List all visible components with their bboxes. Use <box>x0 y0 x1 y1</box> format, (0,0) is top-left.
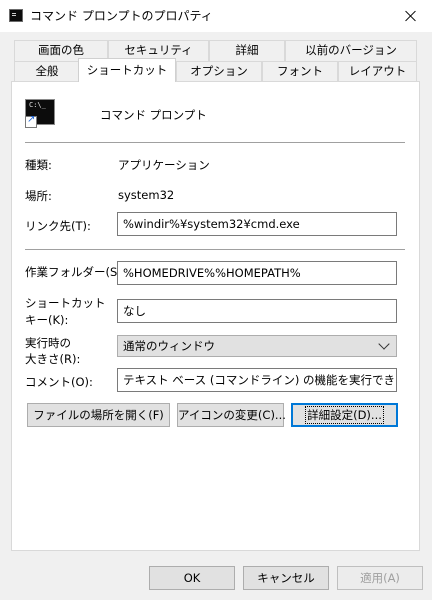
ok-button[interactable]: OK <box>149 566 235 590</box>
run-size-select[interactable]: 通常のウィンドウ <box>117 335 397 357</box>
change-icon-button[interactable]: アイコンの変更(C)... <box>177 403 286 427</box>
run-size-value: 通常のウィンドウ <box>123 339 215 353</box>
close-icon[interactable] <box>390 0 432 32</box>
title-bar: コマンド プロンプトのプロパティ <box>0 0 432 32</box>
cmd-icon <box>9 9 23 22</box>
divider <box>25 142 405 143</box>
hotkey-input[interactable]: なし <box>117 299 397 323</box>
comment-input[interactable]: テキスト ベース (コマンドライン) の機能を実行できます。 <box>117 368 397 392</box>
run-label: 実行時の <box>25 336 71 350</box>
hotkey-label: キー(K): <box>25 313 69 327</box>
tab-shortcut[interactable]: ショートカット <box>78 58 176 82</box>
tab-general[interactable]: 全般 <box>14 61 80 82</box>
location-label: 場所: <box>25 189 52 203</box>
apply-button[interactable]: 適用(A) <box>337 566 423 590</box>
tab-font[interactable]: フォント <box>262 61 338 82</box>
target-input[interactable]: %windir%¥system32¥cmd.exe <box>117 212 397 236</box>
open-file-location-button[interactable]: ファイルの場所を開く(F) <box>27 403 170 427</box>
comment-label: コメント(O): <box>25 375 93 389</box>
target-label: リンク先(T): <box>25 219 91 233</box>
divider <box>25 249 405 250</box>
shortcut-panel: コマンド プロンプト 種類: アプリケーション 場所: system32 リンク… <box>11 81 420 551</box>
window-title: コマンド プロンプトのプロパティ <box>30 9 213 23</box>
advanced-button[interactable]: 詳細設定(D)... <box>291 403 398 427</box>
change-icon-label: アイコンの変更(C)... <box>178 408 286 422</box>
type-label: 種類: <box>25 158 52 172</box>
chevron-down-icon <box>378 338 390 350</box>
type-value: アプリケーション <box>118 158 210 172</box>
tab-details[interactable]: 詳細 <box>209 40 285 61</box>
tab-layout[interactable]: レイアウト <box>338 61 417 82</box>
open-file-location-label: ファイルの場所を開く(F) <box>33 408 164 422</box>
start-in-input[interactable]: %HOMEDRIVE%%HOMEPATH% <box>117 261 397 285</box>
tab-previous-versions[interactable]: 以前のバージョン <box>285 40 417 61</box>
shortcut-name: コマンド プロンプト <box>100 108 207 122</box>
start-in-label: 作業フォルダー(S): <box>25 265 126 279</box>
cancel-button[interactable]: キャンセル <box>243 566 329 590</box>
advanced-label: 詳細設定(D)... <box>305 406 384 424</box>
shortcut-arrow-icon <box>25 114 37 128</box>
tab-options[interactable]: オプション <box>176 61 262 82</box>
run-label: 大きさ(R): <box>25 352 81 366</box>
hotkey-label: ショートカット <box>25 296 106 310</box>
location-value: system32 <box>118 188 175 202</box>
